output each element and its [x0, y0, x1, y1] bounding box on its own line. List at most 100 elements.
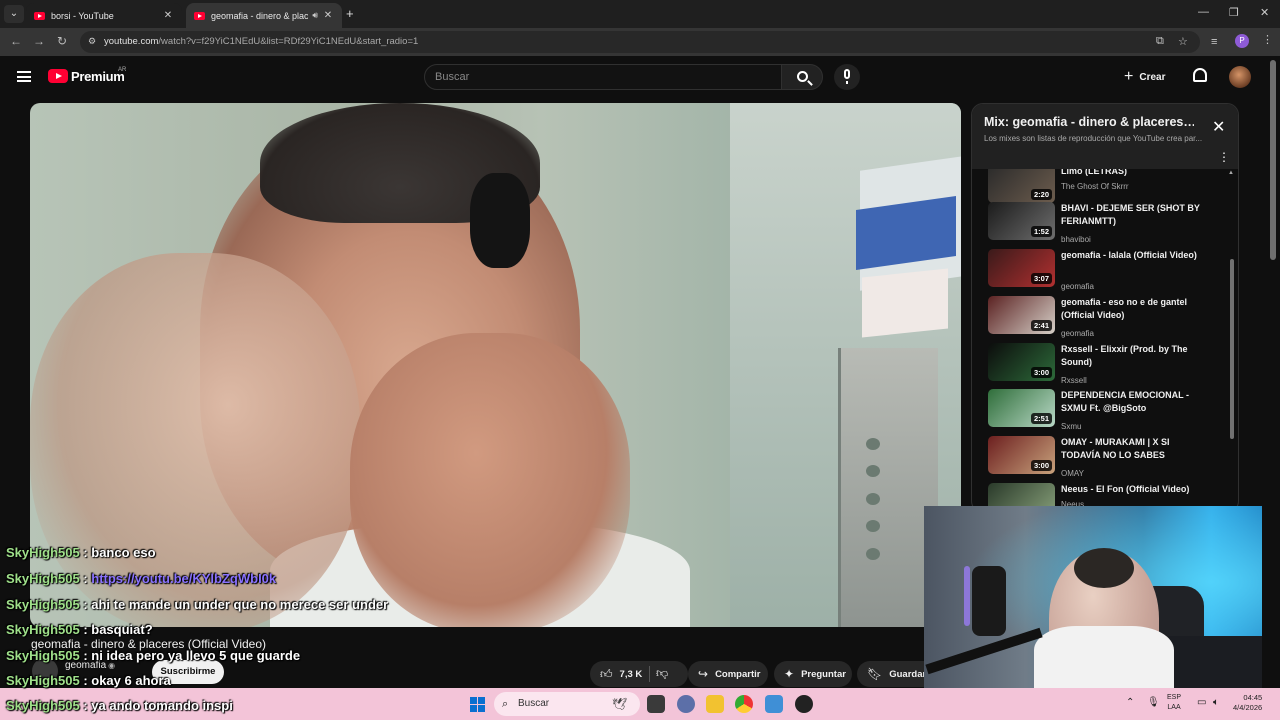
ask-button[interactable]: ✦ Preguntar — [774, 661, 852, 687]
cast-icon[interactable]: ⧉ — [1156, 35, 1164, 48]
chat-message: SkyHigh505 : https://youtu.be/KYlbZqWbI0… — [6, 571, 276, 586]
photos-icon[interactable] — [765, 695, 783, 713]
playlist-item-title[interactable]: Rxssell - Elixxir (Prod. by The Sound) — [1061, 343, 1201, 369]
playlist-item[interactable]: 2:41 geomafia - eso no e de gantel (Offic… — [988, 296, 1228, 340]
account-avatar[interactable] — [1229, 66, 1251, 88]
profile-avatar[interactable]: P — [1235, 34, 1249, 48]
playlist-item[interactable]: 2:51 DEPENDENCIA EMOCIONAL - SXMU Ft. @Bi… — [988, 389, 1228, 433]
restore-icon[interactable]: ❐ — [1229, 6, 1239, 19]
media-control-icon[interactable]: ≡ — [1211, 36, 1217, 48]
url-text[interactable]: youtube.com/watch?v=f29YiC1NEdU&list=RDf… — [104, 36, 418, 47]
tab-search-button[interactable]: ⌄ — [4, 5, 24, 23]
forward-icon[interactable]: → — [33, 34, 45, 48]
taskbar-clock[interactable]: 04:45 4/4/2026 — [1233, 693, 1262, 713]
task-view-icon[interactable] — [647, 695, 665, 713]
speaker-icon[interactable]: 🔊︎ — [312, 10, 318, 21]
create-label: Crear — [1139, 71, 1166, 83]
chat-username: SkyHigh505 — [6, 673, 80, 688]
network-icon[interactable]: ▭ — [1197, 697, 1206, 708]
tray-chevron-icon[interactable]: ⌃ — [1126, 697, 1134, 708]
video-thumbnail[interactable]: 3:07 — [988, 249, 1055, 287]
playlist-item-title[interactable]: geomafia - eso no e de gantel (Official … — [1061, 296, 1201, 322]
create-button[interactable]: + Crear — [1124, 66, 1165, 88]
hamburger-menu-icon[interactable] — [17, 71, 31, 82]
video-thumbnail[interactable]: 3:00 — [988, 343, 1055, 381]
youtube-favicon-icon — [194, 11, 205, 20]
back-icon[interactable]: ← — [10, 34, 22, 48]
chrome-icon[interactable] — [735, 695, 753, 713]
notifications-bell-icon[interactable] — [1193, 68, 1207, 82]
input-language[interactable]: ESP LAA — [1167, 693, 1181, 713]
video-duration: 2:51 — [1030, 413, 1052, 424]
chat-link[interactable]: https://youtu.be/KYlbZqWbI0k — [91, 571, 276, 586]
video-frame-elevator-panel — [838, 348, 938, 627]
chat-message: SkyHigh505 : ni idea pero ya llevo 5 que… — [6, 648, 300, 663]
minimize-icon[interactable]: — — [1198, 6, 1209, 18]
playlist-item-title[interactable]: DEPENDENCIA EMOCIONAL - SXMU Ft. @BigSot… — [1061, 389, 1201, 415]
taskbar-search[interactable]: ⌕ Buscar 🕊︎ — [494, 692, 640, 716]
video-frame-hand — [350, 333, 630, 627]
thumbs-down-icon[interactable]: 👎︎ — [656, 666, 668, 681]
youtube-header: Premium AR Buscar + Crear — [0, 56, 1280, 100]
video-frame-sign — [862, 268, 948, 338]
new-tab-button[interactable]: + — [346, 6, 354, 21]
playlist-item[interactable]: 3:00 Rxssell - Elixxir (Prod. by The Soun… — [988, 343, 1228, 387]
search-highlight-icon: 🕊︎ — [612, 697, 628, 711]
video-thumbnail[interactable]: 3:00 — [988, 436, 1055, 474]
tab-borsi[interactable]: borsi - YouTube ✕ — [26, 3, 182, 28]
bookmark-star-icon[interactable]: ☆ — [1178, 35, 1188, 48]
playlist-item[interactable]: 1:52 BHAVI - DEJEME SER (SHOT BY FERIANMT… — [988, 202, 1228, 246]
tab-close-icon[interactable]: ✕ — [162, 10, 174, 21]
browser-menu-icon[interactable]: ⋮ — [1262, 33, 1273, 46]
voice-search-button[interactable] — [834, 64, 860, 90]
volume-icon[interactable]: 🔈︎ — [1213, 697, 1219, 708]
more-options-icon[interactable]: ⋮ — [1218, 150, 1230, 164]
share-label: Compartir — [715, 668, 761, 680]
video-thumbnail[interactable]: 2:51 — [988, 389, 1055, 427]
tab-close-icon[interactable]: ✕ — [322, 10, 334, 21]
playlist-item-title[interactable]: Neeus - El Fon (Official Video) — [1061, 483, 1201, 496]
reload-icon[interactable]: ↻ — [57, 34, 67, 48]
playlist-scrollbar[interactable] — [1230, 259, 1234, 439]
close-icon[interactable]: ✕ — [1212, 117, 1225, 137]
video-duration: 3:07 — [1030, 273, 1052, 284]
omnibox[interactable]: ⚙ youtube.com/watch?v=f29YiC1NEdU&list=R… — [80, 31, 1200, 53]
page-scrollbar[interactable] — [1270, 60, 1276, 260]
tray-mic-icon[interactable]: 🎙︎ — [1147, 697, 1160, 708]
playlist-item-title[interactable]: Limo (LETRAS) — [1061, 169, 1201, 178]
playlist-item[interactable]: 3:00 OMAY - MURAKAMI | X SI TODAVÍA NO LO… — [988, 436, 1228, 480]
chat-text: banco eso — [91, 545, 156, 560]
settings-icon[interactable] — [677, 695, 695, 713]
url-domain: youtube.com — [104, 36, 159, 47]
tab-title: borsi - YouTube — [51, 10, 114, 21]
playlist-item[interactable]: 3:07 geomafia - lalala (Official Video) ge… — [988, 249, 1228, 293]
file-explorer-icon[interactable] — [706, 695, 724, 713]
video-thumbnail[interactable]: 2:41 — [988, 296, 1055, 334]
chat-message: SkyHigh505 : okay 6 ahora — [6, 673, 171, 688]
playlist-item-title[interactable]: geomafia - lalala (Official Video) — [1061, 249, 1201, 262]
playlist-item-title[interactable]: OMAY - MURAKAMI | X SI TODAVÍA NO LO SAB… — [1061, 436, 1201, 462]
video-player[interactable] — [30, 103, 961, 627]
video-thumbnail[interactable]: 1:52 — [988, 202, 1055, 240]
playlist-item-channel: OMAY — [1061, 469, 1084, 478]
window-close-icon[interactable]: ✕ — [1260, 6, 1269, 19]
windows-start-icon[interactable] — [470, 697, 485, 712]
taskbar-search-placeholder: Buscar — [518, 698, 550, 709]
like-count: 7,3 K — [619, 668, 643, 680]
tab-geomafia[interactable]: geomafia - dinero & placeres 🔊︎ ✕ — [186, 3, 342, 28]
youtube-premium-wordmark[interactable]: Premium — [71, 69, 125, 84]
search-input[interactable]: Buscar — [424, 64, 782, 90]
obs-icon[interactable] — [795, 695, 813, 713]
playlist-item-title[interactable]: BHAVI - DEJEME SER (SHOT BY FERIANMTT) — [1061, 202, 1201, 228]
youtube-logo-icon[interactable] — [48, 69, 68, 83]
search-button[interactable] — [781, 64, 823, 90]
site-info-icon[interactable]: ⚙ — [88, 36, 100, 48]
playlist-title[interactable]: Mix: geomafia - dinero & placeres… — [984, 115, 1194, 129]
scroll-up-icon[interactable]: ▲ — [1228, 170, 1234, 176]
like-button[interactable]: 👍︎ 7,3 K — [590, 661, 688, 687]
video-frame-elevator-button — [866, 520, 880, 532]
ask-label: Preguntar — [801, 668, 846, 680]
share-button[interactable]: ↪ Compartir — [688, 661, 768, 687]
video-thumbnail[interactable]: 2:20 — [988, 169, 1055, 203]
address-bar-row: ← → ↻ ⚙ youtube.com/watch?v=f29YiC1NEdU&… — [0, 28, 1280, 56]
